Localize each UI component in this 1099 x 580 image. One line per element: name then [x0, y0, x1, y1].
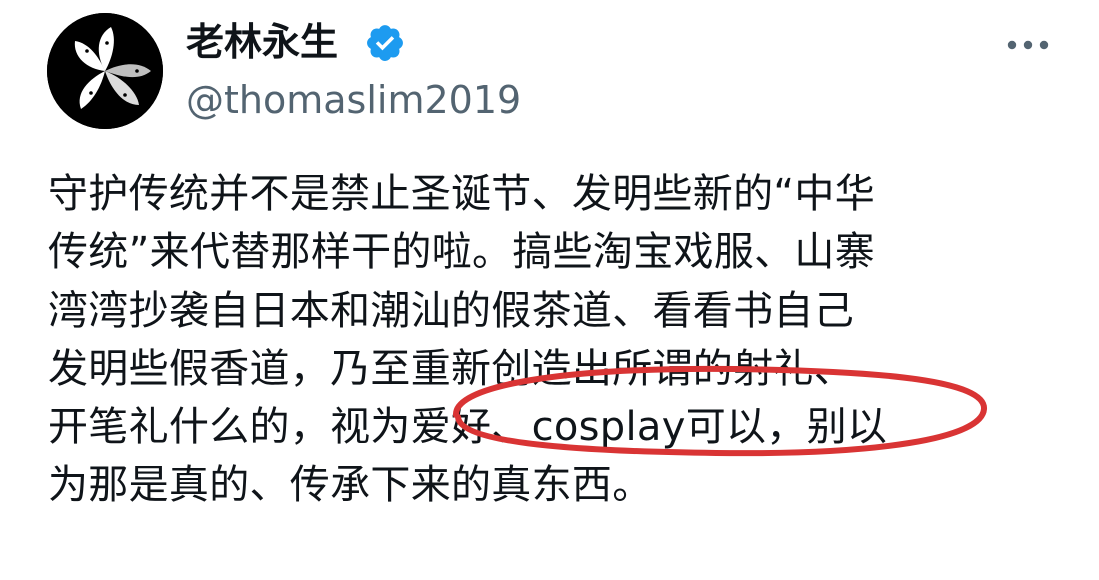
tweet-line: 为那是真的、传承下来的真东西。	[48, 462, 653, 509]
bauhinia-flower-icon	[47, 13, 163, 129]
tweet-line: 开笔礼什么的，视为爱好、cosplay可以，别以	[48, 404, 888, 451]
verified-badge-icon	[364, 22, 406, 64]
tweet-text: 守护传统并不是禁止圣诞节、发明些新的“中华 传统”来代替那样干的啦。搞些淘宝戏服…	[48, 165, 1068, 515]
tweet-line: 传统”来代替那样干的啦。搞些淘宝戏服、山寨	[48, 229, 876, 276]
tweet-line: 湾湾抄袭自日本和潮汕的假茶道、看看书自己	[48, 287, 854, 334]
tweet-line: 发明些假香道，乃至重新创造出所谓的射礼、	[48, 345, 854, 392]
more-options-icon[interactable]	[1002, 25, 1054, 65]
user-handle[interactable]: @thomaslim2019	[186, 76, 521, 124]
display-name[interactable]: 老林永生	[186, 18, 338, 66]
avatar[interactable]	[47, 13, 163, 129]
tweet-line: 守护传统并不是禁止圣诞节、发明些新的“中华	[48, 171, 876, 217]
